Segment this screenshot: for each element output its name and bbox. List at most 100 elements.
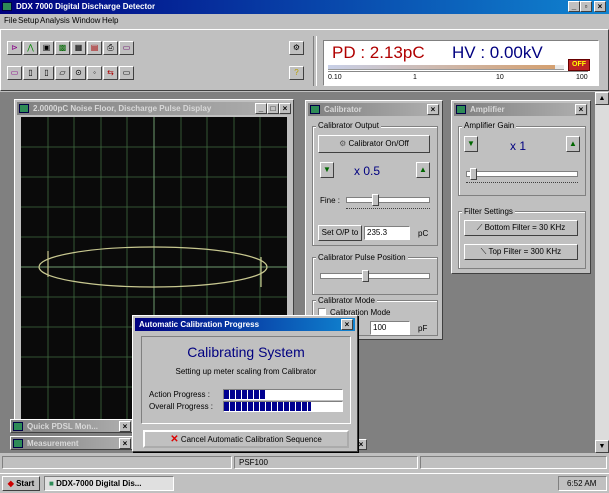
set-output-input[interactable]: 235.3 bbox=[364, 226, 410, 240]
toolbar-copy-icon[interactable]: ▯ bbox=[39, 66, 54, 80]
toolbar-separator bbox=[313, 36, 317, 86]
toolbar-arrows-icon[interactable]: ⇆ bbox=[103, 66, 118, 80]
start-button[interactable]: ◆ Start bbox=[2, 476, 40, 491]
scroll-up-button[interactable]: ▲ bbox=[595, 92, 609, 105]
dialog-title-bar: Automatic Calibration Progress × bbox=[135, 318, 355, 331]
pd-level-bar bbox=[328, 65, 564, 70]
app-icon bbox=[2, 2, 12, 11]
fine-slider-thumb[interactable] bbox=[372, 194, 379, 206]
calibrator-increase-button[interactable]: ▲ bbox=[416, 162, 430, 178]
amplifier-close-button[interactable]: × bbox=[575, 104, 587, 115]
toolbar-option-icon[interactable]: ◦ bbox=[87, 66, 102, 80]
taskbar-app-icon: ■ bbox=[49, 479, 54, 488]
calibrator-multiplier: x 0.5 bbox=[354, 164, 381, 178]
toolbar-open-icon[interactable]: ⊳ bbox=[7, 41, 22, 55]
hv-readout: HV : 0.00kV bbox=[452, 43, 543, 62]
scope-window-title: 2.0000pC Noise Floor, Discharge Pulse Di… bbox=[33, 104, 212, 113]
pd-readout: PD : 2.13pC bbox=[332, 43, 425, 62]
overall-progress-label: Overall Progress : bbox=[149, 402, 214, 411]
menu-setup[interactable]: Setup bbox=[18, 14, 39, 28]
calibration-progress-dialog: Automatic Calibration Progress × Calibra… bbox=[132, 315, 358, 452]
scale-tick-0: 0.10 bbox=[328, 74, 342, 81]
menu-analysis[interactable]: Analysis bbox=[40, 14, 70, 28]
quick-window-icon bbox=[13, 422, 23, 431]
gain-slider-thumb[interactable] bbox=[470, 168, 477, 180]
toolbar-print-icon[interactable]: ⎙ bbox=[103, 41, 118, 55]
calibrator-mode-label: Calibrator Mode bbox=[316, 296, 377, 305]
minimize-button[interactable]: _ bbox=[568, 1, 580, 12]
fine-slider[interactable] bbox=[346, 197, 430, 203]
gain-increase-button[interactable]: ▲ bbox=[566, 136, 580, 152]
pulse-position-thumb[interactable] bbox=[362, 270, 369, 282]
calibrator-window: Calibrator × Calibrator Output ⚙ Calibra… bbox=[305, 100, 443, 340]
calibrator-close-button[interactable]: × bbox=[427, 104, 439, 115]
gain-slider[interactable] bbox=[466, 171, 578, 177]
scale-tick-3: 100 bbox=[576, 74, 588, 81]
scale-tick-2: 10 bbox=[496, 74, 504, 81]
toolbar-scope-icon[interactable]: ▩ bbox=[55, 41, 70, 55]
toolbar-settings-icon[interactable]: ⚙ bbox=[289, 41, 304, 55]
dialog-subtext: Setting up meter scaling from Calibrator bbox=[175, 367, 317, 376]
filter-settings-label: Filter Settings bbox=[462, 207, 515, 216]
toolbar-zoom-icon[interactable]: ⊙ bbox=[71, 66, 86, 80]
pulse-position-slider[interactable] bbox=[320, 273, 430, 279]
scope-close-button[interactable]: × bbox=[279, 103, 291, 114]
scope-window-icon bbox=[19, 104, 29, 113]
amplifier-window: Amplifier × Amplifier Gain ▼ x 1 ▲ Filte… bbox=[451, 100, 591, 274]
taskbar-app-button[interactable]: ■ DDX-7000 Digital Dis... bbox=[44, 476, 174, 491]
amplifier-window-icon bbox=[456, 105, 466, 114]
top-filter-button[interactable]: ⟍ Top Filter = 300 KHz bbox=[464, 244, 578, 260]
amplifier-title-bar: Amplifier × bbox=[454, 103, 588, 116]
calibrator-title-bar: Calibrator × bbox=[308, 103, 440, 116]
gain-value: x 1 bbox=[510, 139, 527, 153]
close-button[interactable]: × bbox=[594, 1, 606, 12]
toolbar-help-icon[interactable]: ? bbox=[289, 66, 304, 80]
toolbar-display-icon[interactable]: ▣ bbox=[39, 41, 54, 55]
gear-icon: ⚙ bbox=[339, 139, 347, 148]
toolbar-record-icon[interactable]: ▤ bbox=[87, 41, 102, 55]
clock: 6:52 AM bbox=[567, 479, 597, 488]
set-output-button[interactable]: Set O/P to bbox=[318, 225, 362, 241]
scope-window-title-bar: 2.0000pC Noise Floor, Discharge Pulse Di… bbox=[17, 102, 291, 115]
status-panel-3 bbox=[420, 456, 607, 469]
measurement-window-icon bbox=[13, 439, 23, 448]
toolbar-trace-icon[interactable]: ⋀ bbox=[23, 41, 38, 55]
toolbar-delete-icon[interactable]: ▭ bbox=[119, 66, 134, 80]
menu-help[interactable]: Help bbox=[102, 14, 118, 28]
measurement-window-close-button[interactable]: × bbox=[119, 438, 131, 449]
menu-file[interactable]: File bbox=[4, 14, 17, 28]
scope-maximize-button[interactable]: □ bbox=[267, 103, 279, 114]
vertical-scrollbar[interactable]: ▲ ▼ bbox=[595, 92, 609, 453]
scale-tick-1: 1 bbox=[413, 74, 417, 81]
action-progress-fill bbox=[224, 390, 267, 399]
restore-button[interactable]: ▫ bbox=[580, 1, 592, 12]
quick-window-close-button[interactable]: × bbox=[119, 421, 131, 432]
calibrator-decrease-button[interactable]: ▼ bbox=[320, 162, 334, 178]
filter-slope-icon: ⟍ bbox=[480, 247, 487, 256]
scale-tick-line bbox=[328, 71, 588, 76]
cancel-x-icon: ✕ bbox=[170, 434, 179, 445]
status-panel-1 bbox=[2, 456, 232, 469]
calibrator-onoff-button[interactable]: ⚙ Calibrator On/Off bbox=[318, 135, 430, 153]
dialog-close-button[interactable]: × bbox=[341, 319, 353, 330]
toolbar-folder-icon[interactable]: ▭ bbox=[7, 66, 22, 80]
capacitance-input[interactable]: 100 bbox=[370, 321, 410, 335]
system-tray: 6:52 AM bbox=[558, 476, 607, 491]
scope-minimize-button[interactable]: _ bbox=[255, 103, 267, 114]
filter-slope-icon: ⟋ bbox=[476, 223, 483, 232]
toolbar-edit-icon[interactable]: ▱ bbox=[55, 66, 70, 80]
dialog-title: Automatic Calibration Progress bbox=[139, 320, 260, 329]
menu-window[interactable]: Window bbox=[72, 14, 100, 28]
minimized-measurement-window[interactable]: Measurement × bbox=[10, 436, 134, 450]
minimized-quick-window[interactable]: Quick PDSL Mon... × bbox=[10, 419, 134, 433]
toolbar-grid-icon[interactable]: ▦ bbox=[71, 41, 86, 55]
menu-bar: File Setup Analysis Window Help bbox=[0, 14, 609, 28]
toolbar-report-icon[interactable]: ▭ bbox=[119, 41, 134, 55]
taskbar: ◆ Start ■ DDX-7000 Digital Dis... 6:52 A… bbox=[0, 473, 609, 493]
pd-level-fill bbox=[328, 65, 555, 69]
toolbar-page-icon[interactable]: ▯ bbox=[23, 66, 38, 80]
gain-decrease-button[interactable]: ▼ bbox=[464, 136, 478, 152]
cancel-calibration-button[interactable]: ✕ Cancel Automatic Calibration Sequence bbox=[143, 430, 349, 448]
scroll-down-button[interactable]: ▼ bbox=[595, 440, 609, 453]
bottom-filter-button[interactable]: ⟋ Bottom Filter = 30 KHz bbox=[464, 220, 578, 236]
